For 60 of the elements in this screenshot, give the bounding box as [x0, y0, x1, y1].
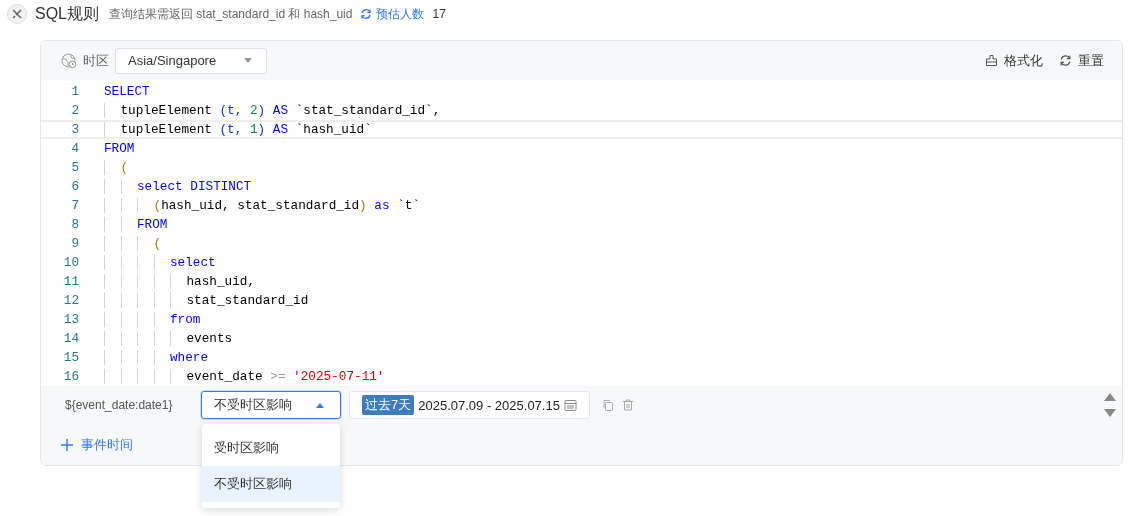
add-event-time-button[interactable]: 事件时间: [61, 436, 133, 454]
line-number: 10: [62, 255, 79, 270]
code-line: where: [170, 350, 209, 365]
page-title: SQL规则: [35, 3, 99, 24]
code-line: select: [170, 255, 216, 270]
format-button[interactable]: 格式化: [985, 51, 1043, 70]
line-number: 12: [62, 293, 79, 308]
copy-icon[interactable]: [601, 399, 614, 411]
line-number: 3: [70, 122, 79, 137]
date-range-field[interactable]: 过去7天 2025.07.09 - 2025.07.15: [349, 391, 590, 419]
date-range-text: 2025.07.09 - 2025.07.15: [418, 397, 560, 413]
code-line: FROM: [137, 217, 168, 232]
line-number: 2: [70, 103, 79, 118]
variable-name: ${event_date:date1}: [65, 398, 174, 412]
line-number: 15: [62, 350, 79, 365]
globe-clock-icon: [61, 52, 77, 69]
dropdown-option[interactable]: 受时区影响: [202, 430, 340, 466]
refresh-icon: [1059, 54, 1072, 67]
line-number: 11: [62, 274, 79, 289]
dropdown-option[interactable]: 不受时区影响: [202, 466, 340, 502]
line-number: 7: [70, 198, 79, 213]
hint-text: 查询结果需返回 stat_standard_id 和 hash_uid: [109, 5, 353, 23]
reset-button[interactable]: 重置: [1059, 51, 1104, 70]
plus-icon: [61, 439, 73, 451]
range-tag: 过去7天: [362, 395, 415, 415]
timezone-mode-select[interactable]: 不受时区影响: [201, 391, 341, 419]
code-line: events: [186, 331, 233, 346]
code-line: from: [170, 312, 201, 327]
code-line: stat_standard_id: [186, 293, 309, 308]
brush-icon: [985, 54, 998, 67]
line-number: 6: [70, 179, 79, 194]
delete-icon[interactable]: [621, 399, 634, 411]
line-number: 1: [70, 84, 79, 99]
line-number: 13: [62, 312, 79, 327]
line-number: 8: [70, 217, 79, 232]
line-number: 16: [62, 369, 79, 384]
line-number: 9: [70, 236, 79, 251]
down-arrow-icon[interactable]: [1104, 409, 1116, 417]
code-line: FROM: [104, 141, 135, 156]
code-line: SELECT: [104, 84, 150, 99]
caret-icon: [316, 402, 324, 408]
calendar-icon: [563, 398, 577, 412]
code-line: tupleElement (t, 1) AS `hash_uid`: [120, 122, 372, 137]
code-line: event_date >= '2025-07-11': [186, 369, 385, 384]
estimate-count: 17: [432, 7, 446, 21]
code-line: select DISTINCT: [137, 179, 252, 194]
code-line: (hash_uid, stat_standard_id) as `t`: [153, 198, 421, 213]
timezone-select[interactable]: Asia/Singapore: [115, 47, 267, 74]
estimate-link[interactable]: 预估人数: [360, 5, 425, 23]
code-line: (: [120, 160, 129, 175]
caret-icon: [244, 58, 252, 63]
code-line: (: [153, 236, 162, 251]
timezone-label: 时区: [83, 51, 109, 70]
line-number: 4: [70, 141, 79, 156]
refresh-icon: [360, 8, 373, 20]
up-arrow-icon[interactable]: [1104, 393, 1116, 401]
line-number: 5: [70, 160, 79, 175]
line-number: 14: [62, 331, 79, 346]
code-line: hash_uid,: [186, 274, 256, 289]
code-line: tupleElement (t, 2) AS `stat_standard_id`,: [120, 103, 441, 118]
